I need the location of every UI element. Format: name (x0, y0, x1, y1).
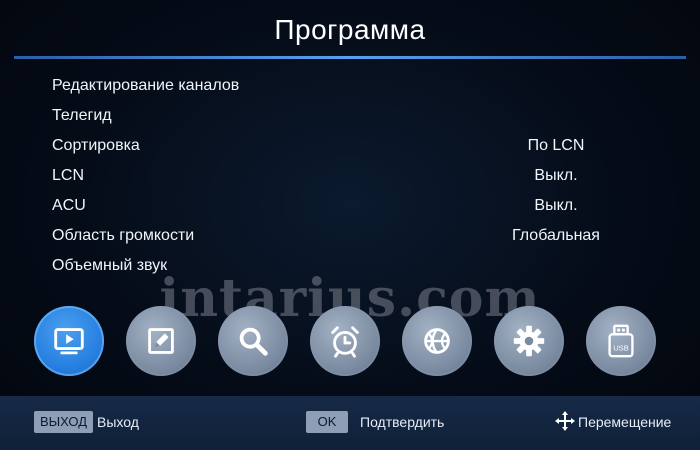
ball-icon (424, 328, 450, 354)
page-title: Программа (274, 14, 426, 45)
footer-hints: ВЫХОД Выход OK Подтвердить Перемещение (0, 396, 700, 450)
menu-item-acu[interactable]: ACU Выкл. (36, 192, 636, 220)
search-icon (239, 327, 268, 356)
dock-button-usb[interactable]: USB (586, 306, 656, 376)
menu-item-lcn[interactable]: LCN Выкл. (36, 162, 636, 190)
menu-item-channel-edit[interactable]: Редактирование каналов (36, 72, 636, 100)
exit-hint: Выход (97, 414, 139, 430)
menu-item-sorting[interactable]: Сортировка По LCN (36, 132, 636, 160)
edit-icon (148, 328, 174, 354)
title-divider (14, 56, 686, 59)
dock-button-settings[interactable] (494, 306, 564, 376)
tv-icon (54, 328, 84, 355)
menu-item-surround-sound[interactable]: Объемный звук (36, 252, 636, 280)
confirm-hint: Подтвердить (360, 414, 445, 430)
menu-item-value: Глобальная (512, 227, 600, 244)
menu-item-value: Выкл. (534, 167, 578, 184)
dock-button-time[interactable] (310, 306, 380, 376)
dock-button-search[interactable] (218, 306, 288, 376)
ok-key-button[interactable]: OK (306, 411, 348, 433)
dock-button-lock[interactable] (402, 306, 472, 376)
menu-item-label: ACU (52, 197, 86, 214)
menu-item-label: Сортировка (52, 137, 140, 154)
category-dock: USB (0, 300, 700, 384)
menu-item-label: Объемный звук (52, 257, 168, 274)
menu-item-value: Выкл. (534, 197, 578, 214)
menu-item-tv-guide[interactable]: Телегид (36, 102, 636, 130)
move-hint: Перемещение (578, 414, 672, 430)
gear-icon (513, 325, 545, 357)
alarm-clock-icon (331, 326, 359, 358)
menu-item-label: Телегид (52, 107, 112, 124)
usb-icon: USB (608, 324, 634, 358)
menu-item-label: LCN (52, 167, 85, 184)
menu-item-value: По LCN (527, 137, 585, 154)
dock-button-program[interactable] (34, 306, 104, 376)
dock-button-picture[interactable] (126, 306, 196, 376)
menu-item-label: Область громкости (52, 227, 195, 244)
move-arrows-icon (555, 411, 575, 431)
usb-icon-label: USB (613, 344, 629, 353)
menu-item-volume-scope[interactable]: Область громкости Глобальная (36, 222, 636, 250)
menu-item-label: Редактирование каналов (52, 77, 240, 94)
exit-key-button[interactable]: ВЫХОД (34, 411, 94, 433)
